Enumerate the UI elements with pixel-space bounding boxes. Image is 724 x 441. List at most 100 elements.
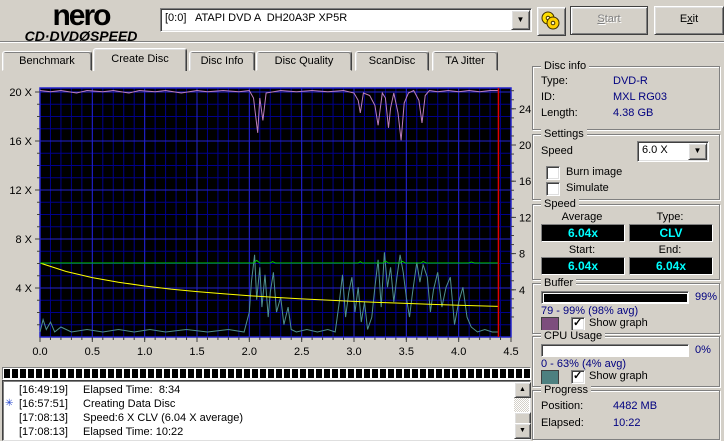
x-axis-tick-label: 0.5 xyxy=(85,346,100,358)
nero-logo: nero CD·DVDØSPEED xyxy=(6,1,156,44)
speed-end-value: 6.04x xyxy=(629,257,713,275)
simulate-checkbox[interactable] xyxy=(546,182,560,196)
log-time: [17:08:13] xyxy=(19,426,68,438)
log-time: [16:57:51] xyxy=(19,398,68,410)
drive-select[interactable]: [0:0] ATAPI DVD A DH20A3P XP5R ▼ xyxy=(160,8,532,32)
speed-group: Speed Average Type: 6.04x CLV Start: End… xyxy=(532,198,720,280)
speed-setting-label: Speed xyxy=(541,145,573,157)
log-entry: [16:49:19] Elapsed Time: 8:34 xyxy=(3,384,530,398)
elapsed-value: 10:22 xyxy=(613,417,641,429)
log-text: Speed:6 X CLV (6.04 X average) xyxy=(83,412,244,424)
settings-group: Settings Speed 6.0 X ▼ Burn image Simula… xyxy=(532,128,720,200)
scroll-down-icon[interactable]: ▼ xyxy=(514,423,531,439)
x-axis-tick-label: 1.0 xyxy=(137,346,152,358)
log-text: Elapsed Time: 8:34 xyxy=(83,384,181,396)
cpu-usage-percent: 0% xyxy=(695,344,711,356)
left-axis-tick-label: 4 X xyxy=(15,283,32,295)
x-axis-tick-label: 4.5 xyxy=(503,346,518,358)
right-axis-tick-label: 4 xyxy=(519,285,525,297)
x-axis-tick-label: 3.5 xyxy=(399,346,414,358)
burn-progress-bar xyxy=(2,367,531,380)
buffer-show-graph-label: Show graph xyxy=(589,317,648,329)
cpu-color-swatch xyxy=(541,370,559,385)
disc-type-label: Type: xyxy=(541,75,568,87)
position-value: 4482 MB xyxy=(613,400,658,412)
log-entry: [17:08:13] Elapsed Time: 10:22 xyxy=(3,426,530,440)
x-axis-tick-label: 4.0 xyxy=(451,346,466,358)
start-button[interactable]: Start xyxy=(570,6,648,35)
buffer-show-graph-checkbox[interactable] xyxy=(571,316,585,331)
log-entry: [17:08:13] Speed:6 X CLV (6.04 X average… xyxy=(3,412,530,426)
tab-benchmark[interactable]: Benchmark xyxy=(2,51,92,71)
buffer-range: 79 - 99% (98% avg) xyxy=(541,305,639,317)
disc-info-title: Disc info xyxy=(541,60,590,72)
log-time: [17:08:13] xyxy=(19,412,68,424)
cpu-usage-title: CPU Usage xyxy=(541,330,606,342)
speed-start-label: Start: xyxy=(568,244,596,256)
drive-select-value: [0:0] ATAPI DVD A DH20A3P XP5R xyxy=(165,12,348,24)
write-speed-chart: 20 X 16 X 12 X 8 X 4 X 24 20 16 12 8 4 0.0 0.5 1.0 1.5… xyxy=(2,78,532,361)
log-entry: ✳ [16:57:51] Creating Data Disc xyxy=(3,398,530,412)
speed-select-arrow-icon[interactable]: ▼ xyxy=(688,143,707,160)
tab-disc-quality[interactable]: Disc Quality xyxy=(256,51,352,71)
burn-image-checkbox[interactable] xyxy=(546,166,560,180)
tab-ta-jitter[interactable]: TA Jitter xyxy=(432,51,498,71)
burn-image-label: Burn image xyxy=(566,166,623,178)
settings-title: Settings xyxy=(541,128,587,140)
right-axis-tick-label: 16 xyxy=(519,176,531,188)
speed-average-value: 6.04x xyxy=(541,224,625,242)
progress-group: Progress Position: 4482 MB Elapsed: 10:2… xyxy=(532,384,720,440)
chart-canvas: 20 X 16 X 12 X 8 X 4 X 24 20 16 12 8 4 0.0 0.5 1.0 1.5… xyxy=(9,87,531,358)
left-axis-tick-label: 20 X xyxy=(9,87,32,99)
right-axis-tick-label: 12 xyxy=(519,212,531,224)
x-axis-tick-label: 0.0 xyxy=(32,346,47,358)
disc-info-group: Disc info Type: DVD-R ID: MXL RG03 Lengt… xyxy=(532,60,720,130)
tab-disc-info[interactable]: Disc Info xyxy=(189,51,255,71)
tab-scandisc[interactable]: ScanDisc xyxy=(355,51,429,71)
log-time: [16:49:19] xyxy=(19,384,68,396)
left-axis-tick-label: 12 X xyxy=(9,185,32,197)
speed-group-title: Speed xyxy=(541,198,579,210)
speed-select[interactable]: 6.0 X ▼ xyxy=(637,141,709,162)
header-divider xyxy=(0,41,724,43)
simulate-label: Simulate xyxy=(566,182,609,194)
buffer-title: Buffer xyxy=(541,277,577,289)
cpu-show-graph-checkbox[interactable] xyxy=(571,369,585,384)
eject-disc-button[interactable] xyxy=(537,7,566,36)
log-text: Creating Data Disc xyxy=(83,398,176,410)
tab-create-disc[interactable]: Create Disc xyxy=(93,48,187,71)
right-axis-tick-label: 24 xyxy=(519,104,531,116)
disc-id-value: MXL RG03 xyxy=(613,91,668,103)
nero-cd-dvd-speed-window: { "header": { "logo_line1": "nero", "log… xyxy=(0,0,724,441)
info-sparkle-icon: ✳ xyxy=(5,398,14,409)
log-scrollbar[interactable]: ▲ ▼ xyxy=(514,382,531,439)
x-axis-tick-label: 1.5 xyxy=(189,346,204,358)
disc-length-value: 4.38 GB xyxy=(613,107,654,119)
speed-end-label: End: xyxy=(658,244,682,256)
speed-average-label: Average xyxy=(561,211,603,223)
buffer-group: Buffer 99% 79 - 99% (98% avg) Show graph xyxy=(532,277,720,334)
right-axis-tick-label: 20 xyxy=(519,140,531,152)
drive-select-arrow-icon[interactable]: ▼ xyxy=(511,10,530,30)
disc-type-value: DVD-R xyxy=(613,75,648,87)
right-axis-tick-label: 8 xyxy=(519,249,525,261)
buffer-percent: 99% xyxy=(695,291,718,303)
buffer-bar xyxy=(541,291,689,304)
buffer-bar-fill xyxy=(544,294,687,302)
elapsed-label: Elapsed: xyxy=(541,417,584,429)
cpu-usage-group: CPU Usage 0% 0 - 63% (4% avg) Show graph xyxy=(532,330,720,387)
left-axis-tick-label: 8 X xyxy=(15,234,32,246)
scroll-up-icon[interactable]: ▲ xyxy=(514,382,531,398)
cpu-usage-bar xyxy=(541,344,689,357)
speed-type-value: CLV xyxy=(629,224,713,242)
disc-length-label: Length: xyxy=(541,107,578,119)
log-text: Elapsed Time: 10:22 xyxy=(83,426,184,438)
x-axis-tick-label: 2.5 xyxy=(294,346,309,358)
cpu-usage-range: 0 - 63% (4% avg) xyxy=(541,358,626,370)
exit-button[interactable]: Exit xyxy=(654,6,724,35)
discs-icon xyxy=(541,11,560,30)
x-axis-tick-label: 2.0 xyxy=(242,346,257,358)
cpu-show-graph-label: Show graph xyxy=(589,370,648,382)
left-axis-tick-label: 16 X xyxy=(9,136,32,148)
position-label: Position: xyxy=(541,400,584,412)
